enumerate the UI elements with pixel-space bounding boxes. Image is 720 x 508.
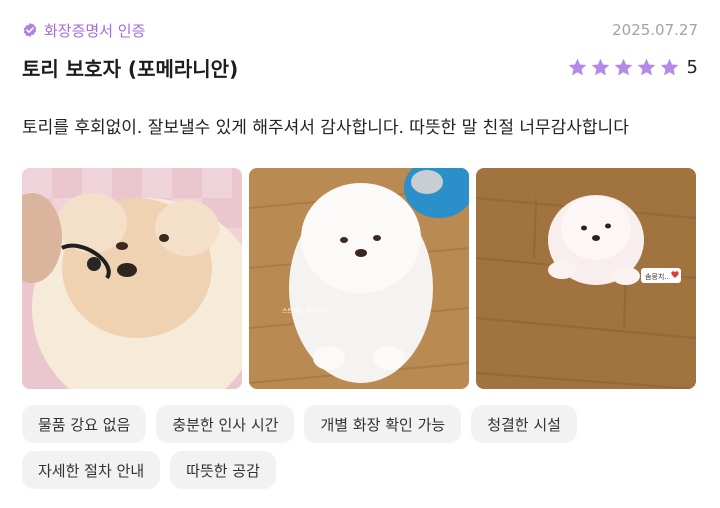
photo-3-caption: 솜뭉치..: [645, 272, 669, 281]
tag-chip: 충분한 인사 시간: [156, 405, 295, 443]
star-rating: 5: [567, 57, 698, 78]
review-tags: 물품 강요 없음 충분한 인사 시간 개별 화장 확인 가능 청결한 시설 자세…: [22, 405, 662, 489]
pomeranian-photo-3: 솜뭉치..: [476, 168, 696, 389]
photo-2-caption: 스트레스 캐치인다: [282, 307, 329, 315]
review-photo-3[interactable]: 솜뭉치..: [476, 168, 696, 389]
star-icon: [591, 58, 609, 75]
verified-check-icon: [23, 23, 37, 37]
tag-chip: 물품 강요 없음: [22, 405, 147, 443]
star-icon: [568, 58, 586, 75]
tag-chip: 따뜻한 공감: [170, 451, 276, 489]
review-header: 화장증명서 인증 2025.07.27: [22, 18, 698, 42]
star-icon: [637, 58, 655, 75]
review-photo-1[interactable]: [22, 168, 242, 389]
star-icon: [614, 58, 632, 75]
rating-value: 5: [686, 56, 698, 78]
review-photo-2[interactable]: 스트레스 캐치인다: [249, 168, 469, 389]
tag-chip: 청결한 시설: [471, 405, 577, 443]
review-date: 2025.07.27: [612, 21, 698, 39]
review-photos: 스트레스 캐치인다 솜뭉치..: [22, 168, 698, 389]
certificate-badge-label: 화장증명서 인증: [44, 21, 146, 40]
certificate-badge: 화장증명서 인증: [22, 20, 145, 41]
star-icon: [660, 58, 678, 75]
review-title-row: 토리 보호자 (포메라니안) 5: [22, 52, 698, 82]
review-text: 토리를 후회없이. 잘보낼수 있게 해주셔서 감사합니다. 따뜻한 말 친절 너…: [22, 118, 629, 138]
tag-chip: 개별 화장 확인 가능: [304, 405, 462, 443]
review-title: 토리 보호자 (포메라니안): [22, 56, 239, 81]
tag-chip: 자세한 절차 안내: [22, 451, 161, 489]
pomeranian-photo-1: [22, 168, 242, 389]
pomeranian-photo-2: 스트레스 캐치인다: [249, 168, 469, 389]
